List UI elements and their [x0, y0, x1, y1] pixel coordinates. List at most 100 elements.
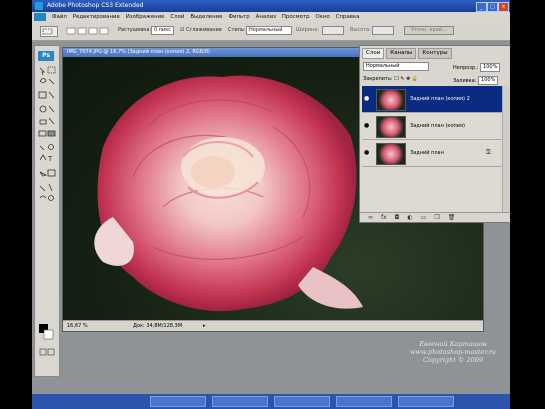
adjustment-icon[interactable]: ◐ [407, 213, 412, 222]
layer-name: Задний план [410, 150, 444, 156]
panel-tabs: Слои Каналы Контуры [360, 48, 510, 59]
layers-panel-footer: ∞ fx ◘ ◐ ▭ ❐ 🗑 [360, 212, 510, 222]
width-label: Ширина: [296, 27, 320, 33]
title-bar: Adobe Photoshop CS3 Extended _ □ × [32, 0, 510, 12]
fill-input[interactable]: 100% [478, 76, 499, 85]
taskbar-button[interactable] [336, 396, 392, 407]
layer-name: Задний план (копия) [410, 123, 465, 129]
screen-mode-icon [47, 348, 55, 356]
zoom-level[interactable]: 16,67 % [67, 321, 88, 331]
opacity-label: Непрозр.: [453, 65, 479, 71]
taskbar-button[interactable] [150, 396, 206, 407]
height-input[interactable] [372, 26, 394, 35]
slice-tool-icon [48, 91, 55, 99]
clone-stamp-tool-icon [39, 119, 47, 125]
move-tool-icon [39, 67, 45, 76]
magic-wand-tool-icon [48, 78, 55, 85]
refine-edge-button[interactable]: Уточн. край... [404, 26, 454, 35]
tab-layers[interactable]: Слои [362, 48, 385, 59]
link-layers-icon[interactable]: ∞ [368, 213, 373, 222]
healing-brush-tool-icon [39, 105, 47, 113]
menu-file[interactable]: Файл [50, 12, 69, 23]
layer-style-icon[interactable]: fx [381, 213, 387, 222]
antialias-label: Сглаживание [186, 27, 222, 33]
layer-row[interactable]: ● Задний план (копия) 2 [362, 86, 502, 113]
taskbar [32, 394, 510, 409]
menu-select[interactable]: Выделение [188, 12, 224, 23]
layer-thumbnail [376, 116, 406, 138]
taskbar-button[interactable] [212, 396, 268, 407]
height-label: Высота: [350, 27, 371, 33]
photoshop-app-icon [35, 2, 43, 10]
eyedropper-tool-icon [48, 183, 53, 192]
watermark-author: Евгений Карташов [419, 340, 487, 348]
menu-help[interactable]: Справка [334, 12, 362, 23]
gradient-tool-icon [47, 130, 56, 137]
menu-filter[interactable]: Фильтр [226, 12, 251, 23]
path-selection-tool-icon [39, 171, 48, 177]
lasso-tool-icon [39, 78, 47, 83]
layer-thumbnail [376, 89, 406, 111]
opacity-input[interactable]: 100% [480, 63, 501, 72]
trash-icon[interactable]: 🗑 [448, 213, 456, 222]
lock-label: Закрепить: [363, 76, 393, 82]
eye-icon[interactable]: ● [364, 149, 369, 156]
eraser-tool-icon [38, 130, 47, 137]
background-color-swatch [43, 329, 54, 340]
style-label: Стиль: [228, 27, 246, 33]
menu-window[interactable]: Окно [314, 12, 332, 23]
group-icon[interactable]: ▭ [421, 213, 427, 222]
shape-tool-icon [47, 169, 56, 177]
mask-icon[interactable]: ◘ [395, 213, 400, 222]
tools-panel: Ps T [34, 45, 60, 377]
selection-mode-icon [66, 27, 109, 35]
layers-scrollbar[interactable] [502, 86, 510, 212]
zoom-tool-icon [48, 195, 54, 201]
menu-edit[interactable]: Редактирование [71, 12, 122, 23]
menu-view[interactable]: Просмотр [280, 12, 312, 23]
fill-label: Заливка: [453, 78, 477, 84]
watermark-copyright: Copyright © 2009 [422, 356, 484, 364]
menu-analysis[interactable]: Анализ [254, 12, 278, 23]
eye-icon[interactable]: ● [364, 95, 369, 102]
antialias-checkbox[interactable]: ☑ Сглаживание [180, 27, 222, 33]
ps-logo-icon [34, 13, 46, 21]
screen: Adobe Photoshop CS3 Extended _ □ × Файл … [32, 0, 510, 409]
selection-mode-icons[interactable] [66, 27, 110, 37]
tab-paths[interactable]: Контуры [418, 48, 452, 59]
watermark: Евгений Карташов www.photoshop-master.ru… [398, 340, 508, 364]
layers-panel: Слои Каналы Контуры Нормальный Непрозр.: 1… [359, 45, 510, 223]
tab-channels[interactable]: Каналы [386, 48, 417, 59]
history-brush-tool-icon [48, 117, 55, 125]
doc-info[interactable]: Док: 34,8M/128,3M [133, 321, 182, 331]
watermark-site: www.photoshop-master.ru [409, 348, 497, 356]
pen-tool-icon [39, 154, 47, 161]
document-status-bar: 16,67 % Док: 34,8M/128,3M ▸ [63, 320, 483, 331]
maximize-button[interactable]: □ [487, 2, 498, 12]
hand-tool-icon [39, 195, 47, 199]
new-layer-icon[interactable]: ❐ [434, 213, 439, 222]
tool-preset-picker[interactable] [40, 26, 58, 37]
eye-icon[interactable]: ● [364, 122, 369, 129]
feather-input[interactable]: 0 пикс [151, 26, 175, 35]
app-title: Adobe Photoshop CS3 Extended [46, 2, 144, 9]
style-select[interactable]: Нормальный [246, 26, 292, 35]
layers-list: ● Задний план (копия) 2 ● Задний план (к… [360, 86, 510, 212]
menu-image[interactable]: Изображение [124, 12, 167, 23]
status-arrow-icon[interactable]: ▸ [203, 321, 206, 331]
layer-row[interactable]: ● Задний план ⚿ [362, 140, 502, 167]
brush-tool-icon [48, 105, 55, 113]
blend-mode-select[interactable]: Нормальный [363, 62, 429, 71]
width-input[interactable] [322, 26, 344, 35]
menu-layer[interactable]: Слой [168, 12, 186, 23]
minimize-button[interactable]: _ [476, 2, 487, 12]
taskbar-button[interactable] [398, 396, 454, 407]
dodge-tool-icon [48, 144, 54, 150]
taskbar-button[interactable] [274, 396, 330, 407]
feather-label: Растушевка: [118, 27, 152, 33]
ps-badge: Ps [38, 51, 54, 61]
crop-tool-icon [38, 91, 47, 99]
lock-icons[interactable]: ☐ ✎ ✥ 🔒 [394, 76, 418, 82]
close-button[interactable]: × [498, 2, 509, 12]
layer-row[interactable]: ● Задний план (копия) [362, 113, 502, 140]
